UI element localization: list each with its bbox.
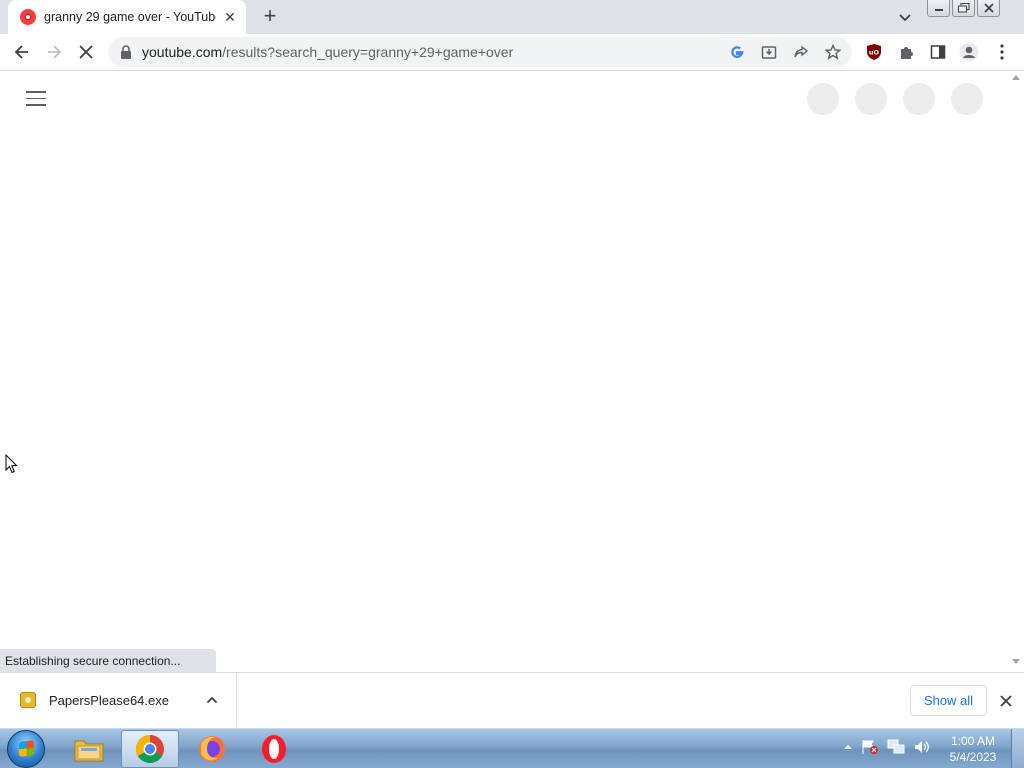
clock-date: 5/4/2023 [949, 750, 997, 764]
folder-icon [74, 740, 104, 762]
ublock-origin-icon[interactable]: uO [864, 42, 884, 62]
new-tab-button[interactable]: + [258, 5, 282, 29]
tab-strip: granny 29 game over - YouTube ✕ + [0, 0, 1024, 34]
loading-placeholder-icon [807, 83, 839, 115]
browser-toolbar: youtube.com/results?search_query=granny+… [0, 34, 1024, 71]
taskbar-clock[interactable]: 1:00 AM 5/4/2023 [944, 733, 1002, 765]
status-bubble: Establishing secure connection... [0, 649, 216, 672]
download-shelf: PapersPlease64.exe Show all [0, 672, 1024, 728]
share-icon[interactable] [792, 43, 810, 61]
google-lens-g-icon[interactable] [728, 43, 746, 61]
svg-text:uO: uO [869, 49, 880, 57]
url-path: /results?search_query=granny+29+game+ove… [222, 44, 514, 60]
opera-logo-icon [262, 735, 286, 763]
tab-title: granny 29 game over - YouTube [44, 10, 216, 24]
action-center-flag-icon[interactable] [861, 739, 879, 755]
back-arrow-icon[interactable] [12, 42, 32, 62]
url-host: youtube.com [142, 44, 223, 60]
executable-file-icon [20, 692, 36, 708]
tab-search-chevron-icon[interactable] [896, 8, 914, 26]
minimize-button[interactable] [927, 0, 950, 17]
chrome-logo-icon [136, 735, 164, 763]
loading-placeholder-icon [951, 83, 983, 115]
system-tray [843, 739, 931, 755]
lock-icon[interactable] [120, 45, 132, 64]
volume-icon[interactable] [913, 739, 931, 755]
show-desktop-button[interactable] [1011, 729, 1024, 768]
restore-button[interactable] [952, 0, 975, 17]
page-content [0, 71, 1008, 672]
address-bar[interactable]: youtube.com/results?search_query=granny+… [108, 37, 852, 67]
taskbar-opera[interactable] [245, 730, 303, 768]
show-hidden-icons-icon[interactable] [843, 742, 853, 752]
mouse-pointer-icon [5, 453, 19, 479]
vertical-scrollbar[interactable] [1008, 71, 1024, 672]
scroll-down-arrow-icon[interactable] [1012, 659, 1020, 664]
hamburger-menu-icon[interactable] [26, 91, 46, 107]
taskbar-firefox[interactable] [183, 730, 241, 768]
profile-avatar-icon[interactable] [959, 42, 979, 62]
scroll-up-arrow-icon[interactable] [1012, 75, 1020, 80]
browser-tab[interactable]: granny 29 game over - YouTube ✕ [8, 0, 246, 34]
windows-taskbar: 1:00 AM 5/4/2023 [0, 728, 1024, 768]
show-all-button[interactable]: Show all [910, 685, 987, 716]
taskbar-windows-explorer[interactable] [60, 730, 118, 768]
side-panel-icon[interactable] [928, 42, 948, 62]
loading-placeholder-icon [855, 83, 887, 115]
network-icon[interactable] [887, 739, 905, 755]
loading-placeholder-icon [903, 83, 935, 115]
forward-arrow-icon [44, 42, 64, 62]
url-text[interactable]: youtube.com/results?search_query=granny+… [142, 44, 513, 60]
bookmark-star-icon[interactable] [824, 43, 842, 61]
stop-loading-icon[interactable] [76, 42, 96, 62]
download-item[interactable]: PapersPlease64.exe [0, 673, 237, 728]
firefox-logo-icon [199, 736, 225, 762]
youtube-favicon-icon [20, 9, 36, 25]
chrome-menu-icon[interactable] [992, 42, 1012, 62]
chevron-up-icon[interactable] [205, 693, 219, 707]
tab-close-icon[interactable]: ✕ [222, 9, 238, 26]
close-window-button[interactable] [977, 0, 1000, 17]
window-controls [927, 0, 1000, 18]
taskbar-google-chrome[interactable] [121, 730, 179, 768]
clock-time: 1:00 AM [950, 734, 996, 748]
extensions-puzzle-icon[interactable] [896, 42, 916, 62]
start-button[interactable] [7, 730, 45, 768]
install-app-icon[interactable] [760, 43, 778, 61]
download-file-name: PapersPlease64.exe [49, 693, 169, 708]
close-shelf-icon[interactable] [998, 693, 1014, 709]
